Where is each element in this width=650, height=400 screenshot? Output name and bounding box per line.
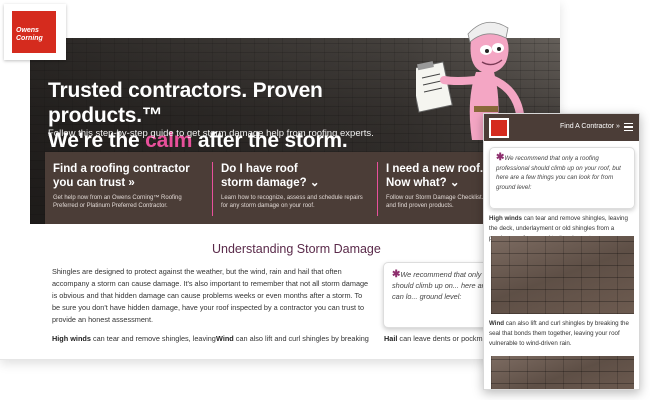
hero-subtitle: Follow this step-by-step guide to get st… — [48, 128, 374, 139]
damage-column-high-winds: High winds can tear and remove shingles,… — [52, 334, 216, 343]
intro-paragraph: Shingles are designed to protect against… — [52, 267, 369, 324]
card-title-line-1: Find a roofing contractor — [53, 163, 190, 175]
find-contractor-link[interactable]: Find A Contractor » — [560, 123, 620, 130]
card-description: Learn how to recognize, assess and sched… — [221, 195, 363, 209]
col-bold: Wind — [216, 334, 234, 343]
card-description: Get help now from an Owens Corning™ Roof… — [53, 195, 182, 209]
card-find-contractor[interactable]: Find a roofing contractor you can trust »… — [53, 162, 203, 216]
owens-corning-logo[interactable]: Owens Corning — [4, 4, 66, 60]
col-bold: Hail — [384, 334, 398, 343]
card-title-line-2: you can trust » — [53, 177, 135, 189]
item-bold: Wind — [489, 320, 505, 327]
mobile-page-mockup: Find A Contractor » ✱We recommend that o… — [483, 113, 640, 390]
hamburger-menu-icon[interactable] — [624, 123, 633, 131]
damage-column-hail: Hail can leave dents or pockmark... — [384, 334, 499, 343]
curled-shingle-photo — [491, 356, 634, 389]
mobile-wind-text: Wind can also lift and curl shingles by … — [489, 319, 635, 349]
section-title: Understanding Storm Damage — [212, 242, 381, 256]
desktop-page-mockup: Trusted contractors. Proven products.™ W… — [0, 0, 560, 360]
card-title-line-2: storm damage? ⌄ — [221, 177, 320, 189]
hero-title: Trusted contractors. Proven products.™ W… — [48, 78, 408, 153]
svg-text:Owens: Owens — [16, 27, 39, 34]
shingle-damage-photo — [491, 236, 634, 314]
mobile-logo[interactable] — [489, 118, 509, 138]
logo-red-square — [491, 120, 507, 136]
card-roof-storm-damage[interactable]: Do I have roof storm damage? ⌄ Learn how … — [212, 162, 372, 216]
col-text: can tear and remove shingles, leaving — [90, 334, 216, 343]
col-text: can also lift and curl shingles by break… — [233, 334, 369, 343]
mobile-recommendation-callout: ✱We recommend that only a roofing profes… — [489, 147, 635, 209]
card-title-line-1: Do I have roof — [221, 163, 298, 175]
col-bold: High winds — [52, 334, 91, 343]
damage-column-wind: Wind can also lift and curl shingles by … — [216, 334, 369, 343]
mobile-nav-bar: Find A Contractor » — [484, 114, 639, 141]
callout-text: We recommend that only a roofing profess… — [496, 155, 621, 191]
svg-text:Corning: Corning — [16, 35, 44, 42]
item-text: can also lift and curl shingles by break… — [489, 320, 629, 347]
item-bold: High winds — [489, 215, 522, 222]
logo-text: Owens Corning — [16, 27, 44, 42]
hero-title-line-1: Trusted contractors. Proven products.™ — [48, 79, 323, 127]
